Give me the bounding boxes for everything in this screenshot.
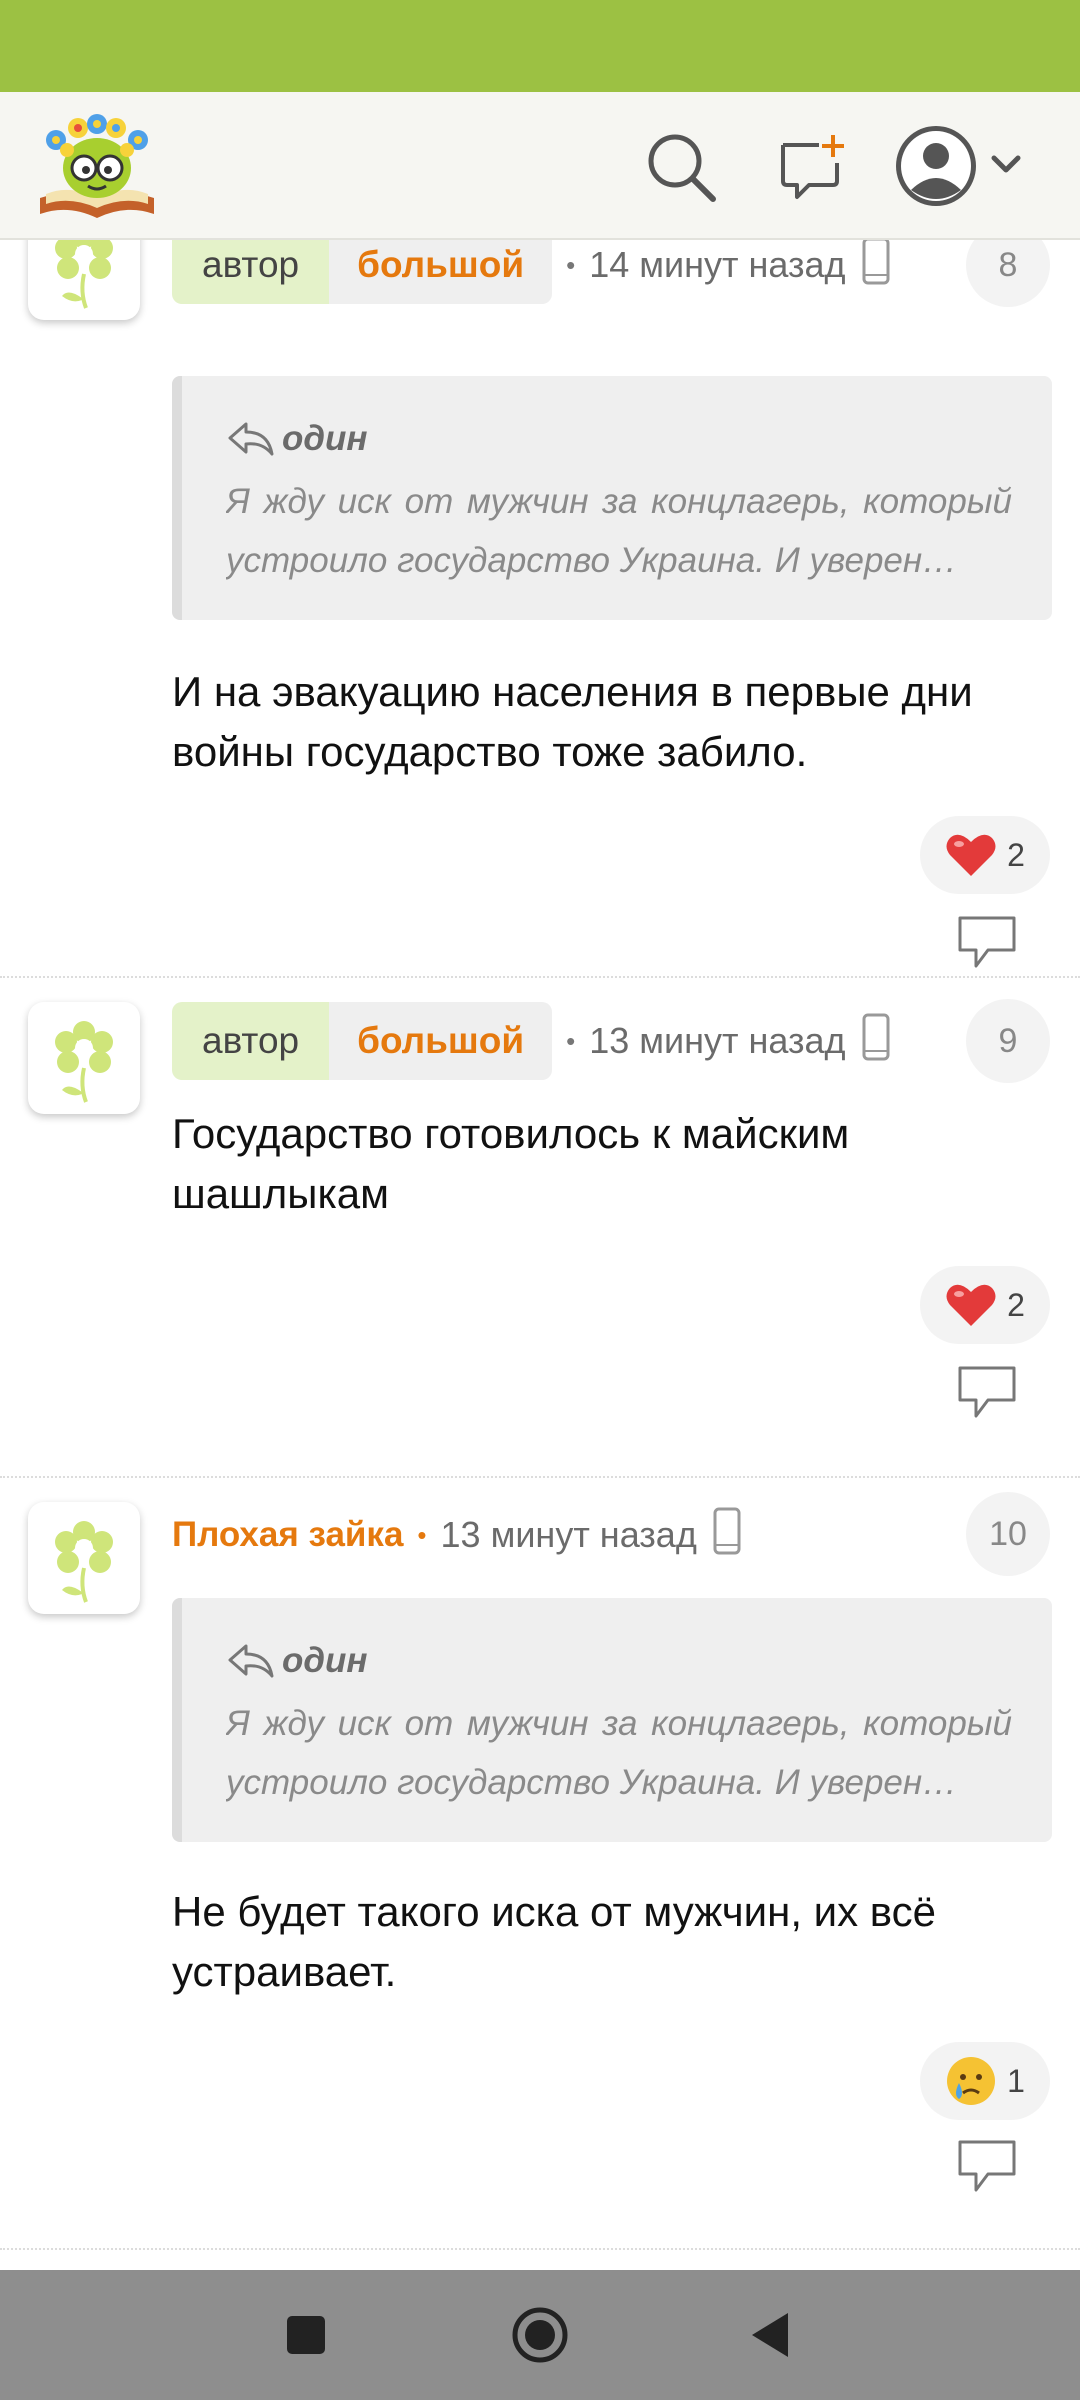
reply-icon[interactable]: [956, 1364, 1018, 1420]
comment-meta: Плохая зайка • 13 минут назад: [172, 1496, 741, 1574]
home-icon[interactable]: [500, 2295, 580, 2375]
separator-dot: •: [566, 249, 576, 280]
comment-meta: автор большой • 13 минут назад: [172, 1002, 890, 1080]
comment-item: автор большой • 14 минут назад 8 один Я …: [0, 240, 1080, 978]
avatar[interactable]: [28, 1002, 140, 1114]
username[interactable]: Плохая зайка: [172, 1515, 403, 1555]
username[interactable]: большой: [329, 1002, 553, 1080]
comment-number[interactable]: 9: [966, 999, 1050, 1083]
reply-arrow-icon: [228, 422, 274, 456]
comment-item: Плохая зайка • 13 минут назад 10 один Я …: [0, 1478, 1080, 2250]
reaction-button[interactable]: 2: [920, 816, 1050, 894]
quote-author-name: один: [282, 419, 368, 458]
logo-icon[interactable]: [34, 110, 160, 222]
comment-meta: автор большой • 14 минут назад: [172, 240, 890, 304]
mobile-device-icon: [862, 240, 890, 294]
quote-text: Я жду иск от мужчин за концлагерь, котор…: [226, 1704, 1012, 1802]
mobile-device-icon: [713, 1507, 741, 1564]
separator-dot: •: [417, 1519, 427, 1550]
recent-apps-icon[interactable]: [266, 2295, 346, 2375]
status-bar: [0, 0, 1080, 92]
timestamp: 14 минут назад: [589, 244, 846, 285]
quoted-comment[interactable]: один Я жду иск от мужчин за концлагерь, …: [172, 1598, 1052, 1842]
reply-arrow-icon: [228, 1644, 274, 1678]
quote-author: один: [226, 1636, 1012, 1686]
comment-text: Государство готовилось к майским шашлыка…: [172, 1110, 850, 1217]
timestamp: 13 минут назад: [589, 1020, 846, 1061]
mobile-device-icon: [862, 1013, 890, 1070]
comment-number[interactable]: 10: [966, 1492, 1050, 1576]
heart-icon: [946, 834, 996, 876]
system-nav-bar: [0, 2270, 1080, 2400]
separator-dot: •: [566, 1025, 576, 1056]
comments-feed: автор большой • 14 минут назад 8 один Я …: [0, 240, 1080, 2270]
user-menu[interactable]: [896, 116, 1046, 216]
reaction-count: 1: [1007, 2062, 1025, 2099]
quote-author: один: [226, 414, 1012, 464]
crying-face-icon: [947, 2057, 996, 2105]
new-message-icon[interactable]: [768, 122, 858, 212]
author-badge: автор большой: [172, 1002, 553, 1080]
reaction-button[interactable]: 1: [920, 2042, 1050, 2120]
search-icon[interactable]: [636, 122, 726, 212]
heart-icon: [946, 1284, 996, 1326]
reaction-count: 2: [1007, 836, 1025, 873]
author-tag: автор: [172, 240, 330, 304]
username[interactable]: большой: [329, 240, 553, 304]
quoted-comment[interactable]: один Я жду иск от мужчин за концлагерь, …: [172, 376, 1052, 620]
quote-text: Я жду иск от мужчин за концлагерь, котор…: [226, 482, 1012, 580]
avatar[interactable]: [28, 1502, 140, 1614]
comment-item: автор большой • 13 минут назад 9 Государ…: [0, 978, 1080, 1478]
reaction-count: 2: [1007, 1286, 1025, 1323]
comment-number[interactable]: 8: [966, 240, 1050, 307]
comment-text: Не будет такого иска от мужчин, их всё у…: [172, 1888, 936, 1995]
reply-icon[interactable]: [956, 2138, 1018, 2194]
reaction-button[interactable]: 2: [920, 1266, 1050, 1344]
app-header: [0, 92, 1080, 240]
reply-icon[interactable]: [956, 914, 1018, 970]
quote-author-name: один: [282, 1641, 368, 1680]
author-tag: автор: [172, 1002, 330, 1080]
author-badge: автор большой: [172, 240, 553, 304]
comment-text: И на эвакуацию населения в первые дни во…: [172, 668, 973, 775]
timestamp: 13 минут назад: [440, 1514, 697, 1555]
back-icon[interactable]: [730, 2295, 810, 2375]
avatar[interactable]: [28, 240, 140, 320]
